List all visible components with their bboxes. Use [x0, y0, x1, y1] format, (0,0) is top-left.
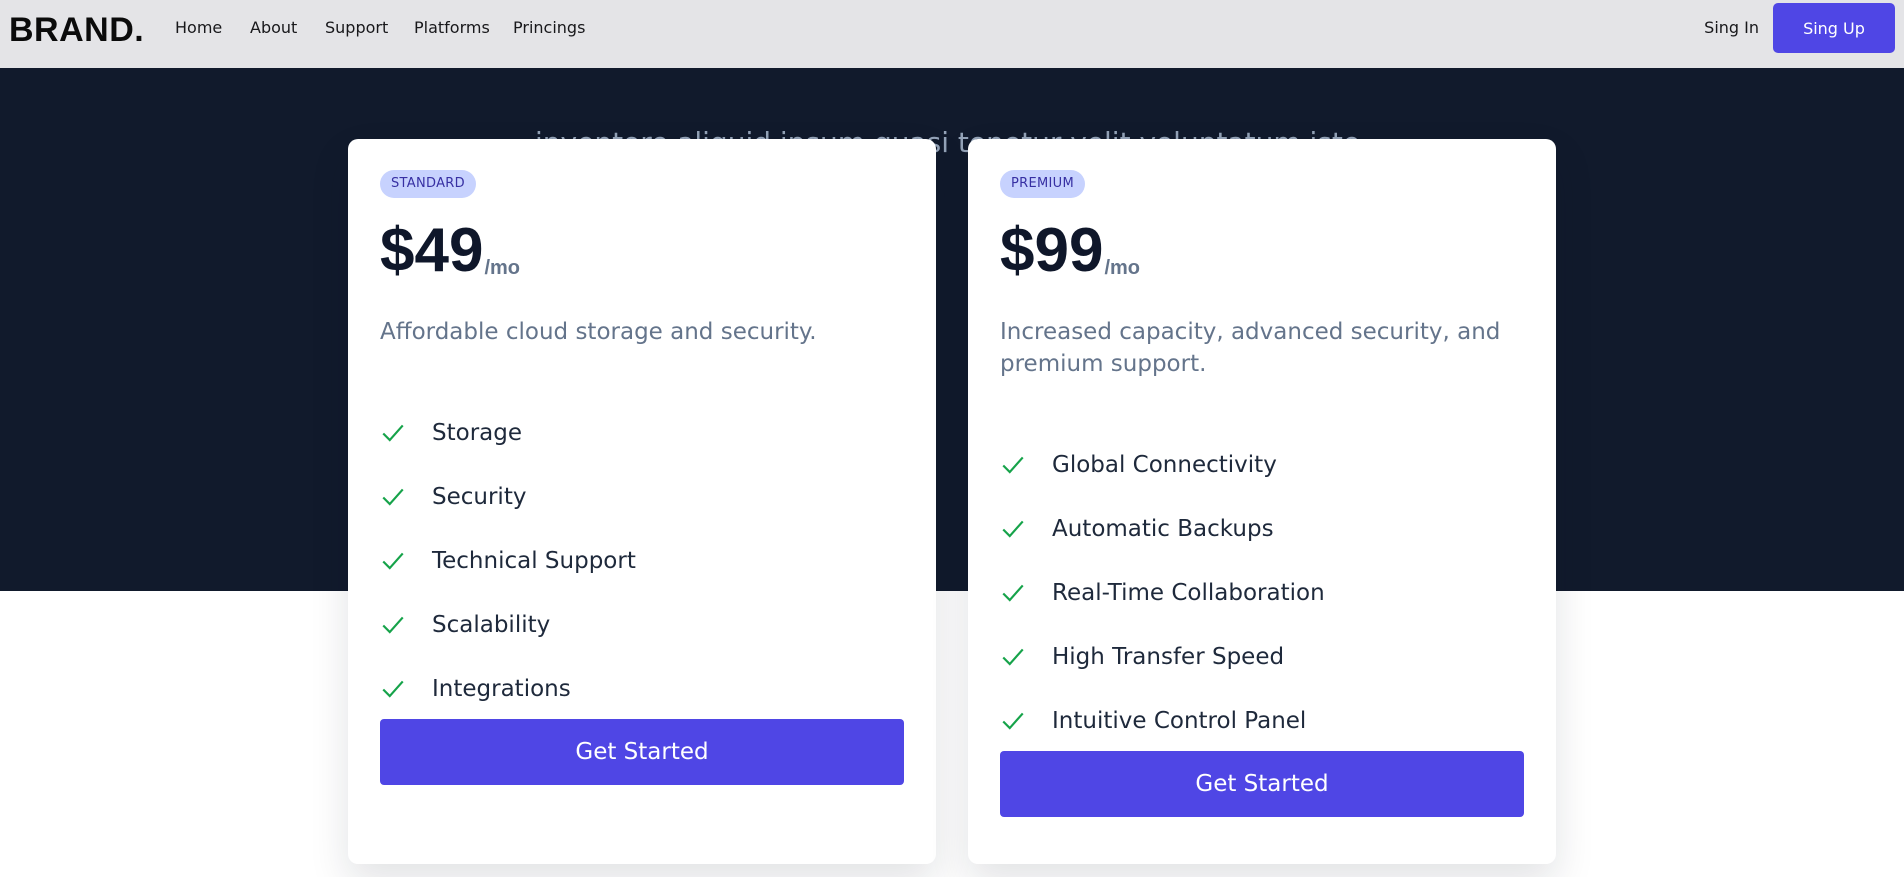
feature-label: Global Connectivity: [1052, 452, 1277, 478]
feature-label: Technical Support: [432, 548, 636, 574]
feature-label: Intuitive Control Panel: [1052, 708, 1307, 734]
feature-item: Intuitive Control Panel: [1000, 689, 1325, 753]
plan-price: $99: [1000, 216, 1104, 285]
nav-link-about[interactable]: About: [250, 18, 297, 38]
check-icon: [1002, 584, 1024, 602]
check-icon: [382, 552, 404, 570]
sign-in-link[interactable]: Sing In: [1704, 18, 1759, 38]
plan-description: Increased capacity, advanced security, a…: [1000, 319, 1501, 377]
check-icon: [1002, 712, 1024, 730]
feature-item: Real-Time Collaboration: [1000, 561, 1325, 625]
feature-label: Storage: [432, 420, 522, 446]
hero-subtitle: inventore aliquid ipsum quasi tenetur ve…: [535, 126, 1369, 159]
feature-item: Security: [380, 465, 636, 529]
check-icon: [1002, 456, 1024, 474]
pricing-card-premium: PREMIUM $99 /mo Increased capacity, adva…: [968, 139, 1556, 864]
pricing-card-standard: STANDARD $49 /mo Affordable cloud storag…: [348, 139, 936, 864]
feature-label: Integrations: [432, 676, 571, 702]
sign-up-button[interactable]: Sing Up: [1773, 3, 1895, 53]
feature-item: Automatic Backups: [1000, 497, 1325, 561]
feature-label: Real-Time Collaboration: [1052, 580, 1325, 606]
check-icon: [382, 616, 404, 634]
feature-item: Global Connectivity: [1000, 433, 1325, 497]
feature-item: Integrations: [380, 657, 636, 721]
get-started-button-premium[interactable]: Get Started: [1000, 751, 1524, 817]
plan-description: Affordable cloud storage and security.: [380, 319, 817, 345]
page: BRAND. Home About Support Platforms Prin…: [0, 0, 1904, 877]
check-icon: [382, 488, 404, 506]
nav-link-support[interactable]: Support: [325, 18, 388, 38]
feature-label: Automatic Backups: [1052, 516, 1274, 542]
hero-section: inventore aliquid ipsum quasi tenetur ve…: [0, 68, 1904, 591]
feature-list: Global Connectivity Automatic Backups Re…: [1000, 433, 1325, 753]
get-started-button-standard[interactable]: Get Started: [380, 719, 904, 785]
check-icon: [382, 680, 404, 698]
plan-period: /mo: [484, 257, 521, 279]
plan-period: /mo: [1104, 257, 1141, 279]
check-icon: [382, 424, 404, 442]
feature-list: Storage Security Technical Support Scala…: [380, 401, 636, 721]
feature-label: Security: [432, 484, 527, 510]
check-icon: [1002, 648, 1024, 666]
feature-item: Storage: [380, 401, 636, 465]
feature-item: High Transfer Speed: [1000, 625, 1325, 689]
feature-item: Technical Support: [380, 529, 636, 593]
nav-link-home[interactable]: Home: [175, 18, 222, 38]
nav-link-platforms[interactable]: Platforms: [414, 18, 490, 38]
top-navbar: BRAND. Home About Support Platforms Prin…: [0, 0, 1904, 68]
plan-badge: PREMIUM: [1000, 170, 1085, 198]
feature-label: Scalability: [432, 612, 551, 638]
feature-item: Scalability: [380, 593, 636, 657]
price-row: $99 /mo: [1000, 211, 1140, 291]
nav-link-pricings[interactable]: Princings: [513, 18, 585, 38]
check-icon: [1002, 520, 1024, 538]
plan-badge: STANDARD: [380, 170, 476, 198]
price-row: $49 /mo: [380, 211, 520, 291]
plan-price: $49: [380, 216, 484, 285]
feature-label: High Transfer Speed: [1052, 644, 1285, 670]
brand-logo[interactable]: BRAND.: [9, 10, 144, 50]
